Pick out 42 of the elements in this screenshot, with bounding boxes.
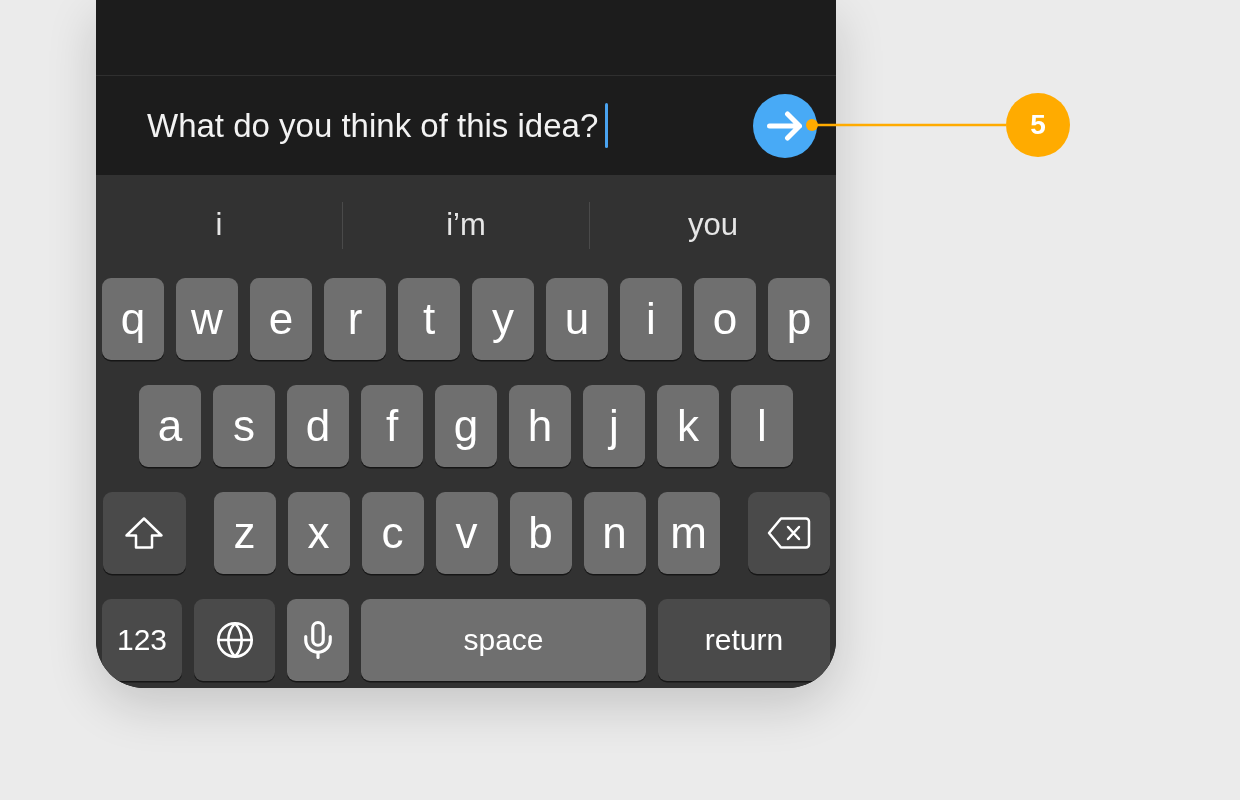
keyboard-key[interactable]: r	[324, 278, 386, 360]
keyboard-key[interactable]: w	[176, 278, 238, 360]
shift-key[interactable]	[102, 492, 186, 574]
keyboard-key[interactable]: d	[287, 385, 349, 467]
message-field[interactable]: What do you think of this idea?	[147, 93, 753, 158]
keyboard-key[interactable]: z	[213, 492, 276, 574]
keyboard-key[interactable]: y	[472, 278, 534, 360]
keyboard-key[interactable]: t	[398, 278, 460, 360]
step-number-badge: 5	[1006, 93, 1070, 157]
keyboard-key[interactable]: p	[768, 278, 830, 360]
keyboard-key[interactable]: l	[731, 385, 793, 467]
globe-key[interactable]	[194, 599, 275, 681]
keyboard-key[interactable]: o	[694, 278, 756, 360]
suggestion-item[interactable]: you	[590, 195, 836, 255]
shift-arrow-icon	[124, 516, 164, 550]
keyboard-key[interactable]: s	[213, 385, 275, 467]
keyboard-key[interactable]: q	[102, 278, 164, 360]
keyboard-key[interactable]: e	[250, 278, 312, 360]
keyboard-key[interactable]: c	[361, 492, 424, 574]
delete-key[interactable]	[747, 492, 830, 574]
keyboard-key[interactable]: g	[435, 385, 497, 467]
suggestion-item[interactable]: i	[96, 195, 342, 255]
keyboard-key[interactable]: j	[583, 385, 645, 467]
arrow-right-icon	[767, 109, 803, 142]
numbers-key[interactable]: 123	[102, 599, 182, 681]
keyboard-key[interactable]: h	[509, 385, 571, 467]
keyboard-key[interactable]: v	[435, 492, 498, 574]
globe-icon	[214, 620, 255, 660]
keyboard-key[interactable]: k	[657, 385, 719, 467]
space-key[interactable]: space	[361, 599, 646, 681]
keyboard-key[interactable]: i	[620, 278, 682, 360]
suggestion-item[interactable]: i’m	[343, 195, 589, 255]
return-key[interactable]: return	[658, 599, 830, 681]
microphone-key[interactable]	[287, 599, 349, 681]
keyboard-key[interactable]: b	[509, 492, 572, 574]
keyboard-key[interactable]: u	[546, 278, 608, 360]
keyboard-key[interactable]: a	[139, 385, 201, 467]
keyboard-key[interactable]: m	[657, 492, 720, 574]
keyboard-key[interactable]: x	[287, 492, 350, 574]
keyboard-key[interactable]: n	[583, 492, 646, 574]
keyboard-key[interactable]: f	[361, 385, 423, 467]
backspace-icon	[766, 516, 811, 550]
